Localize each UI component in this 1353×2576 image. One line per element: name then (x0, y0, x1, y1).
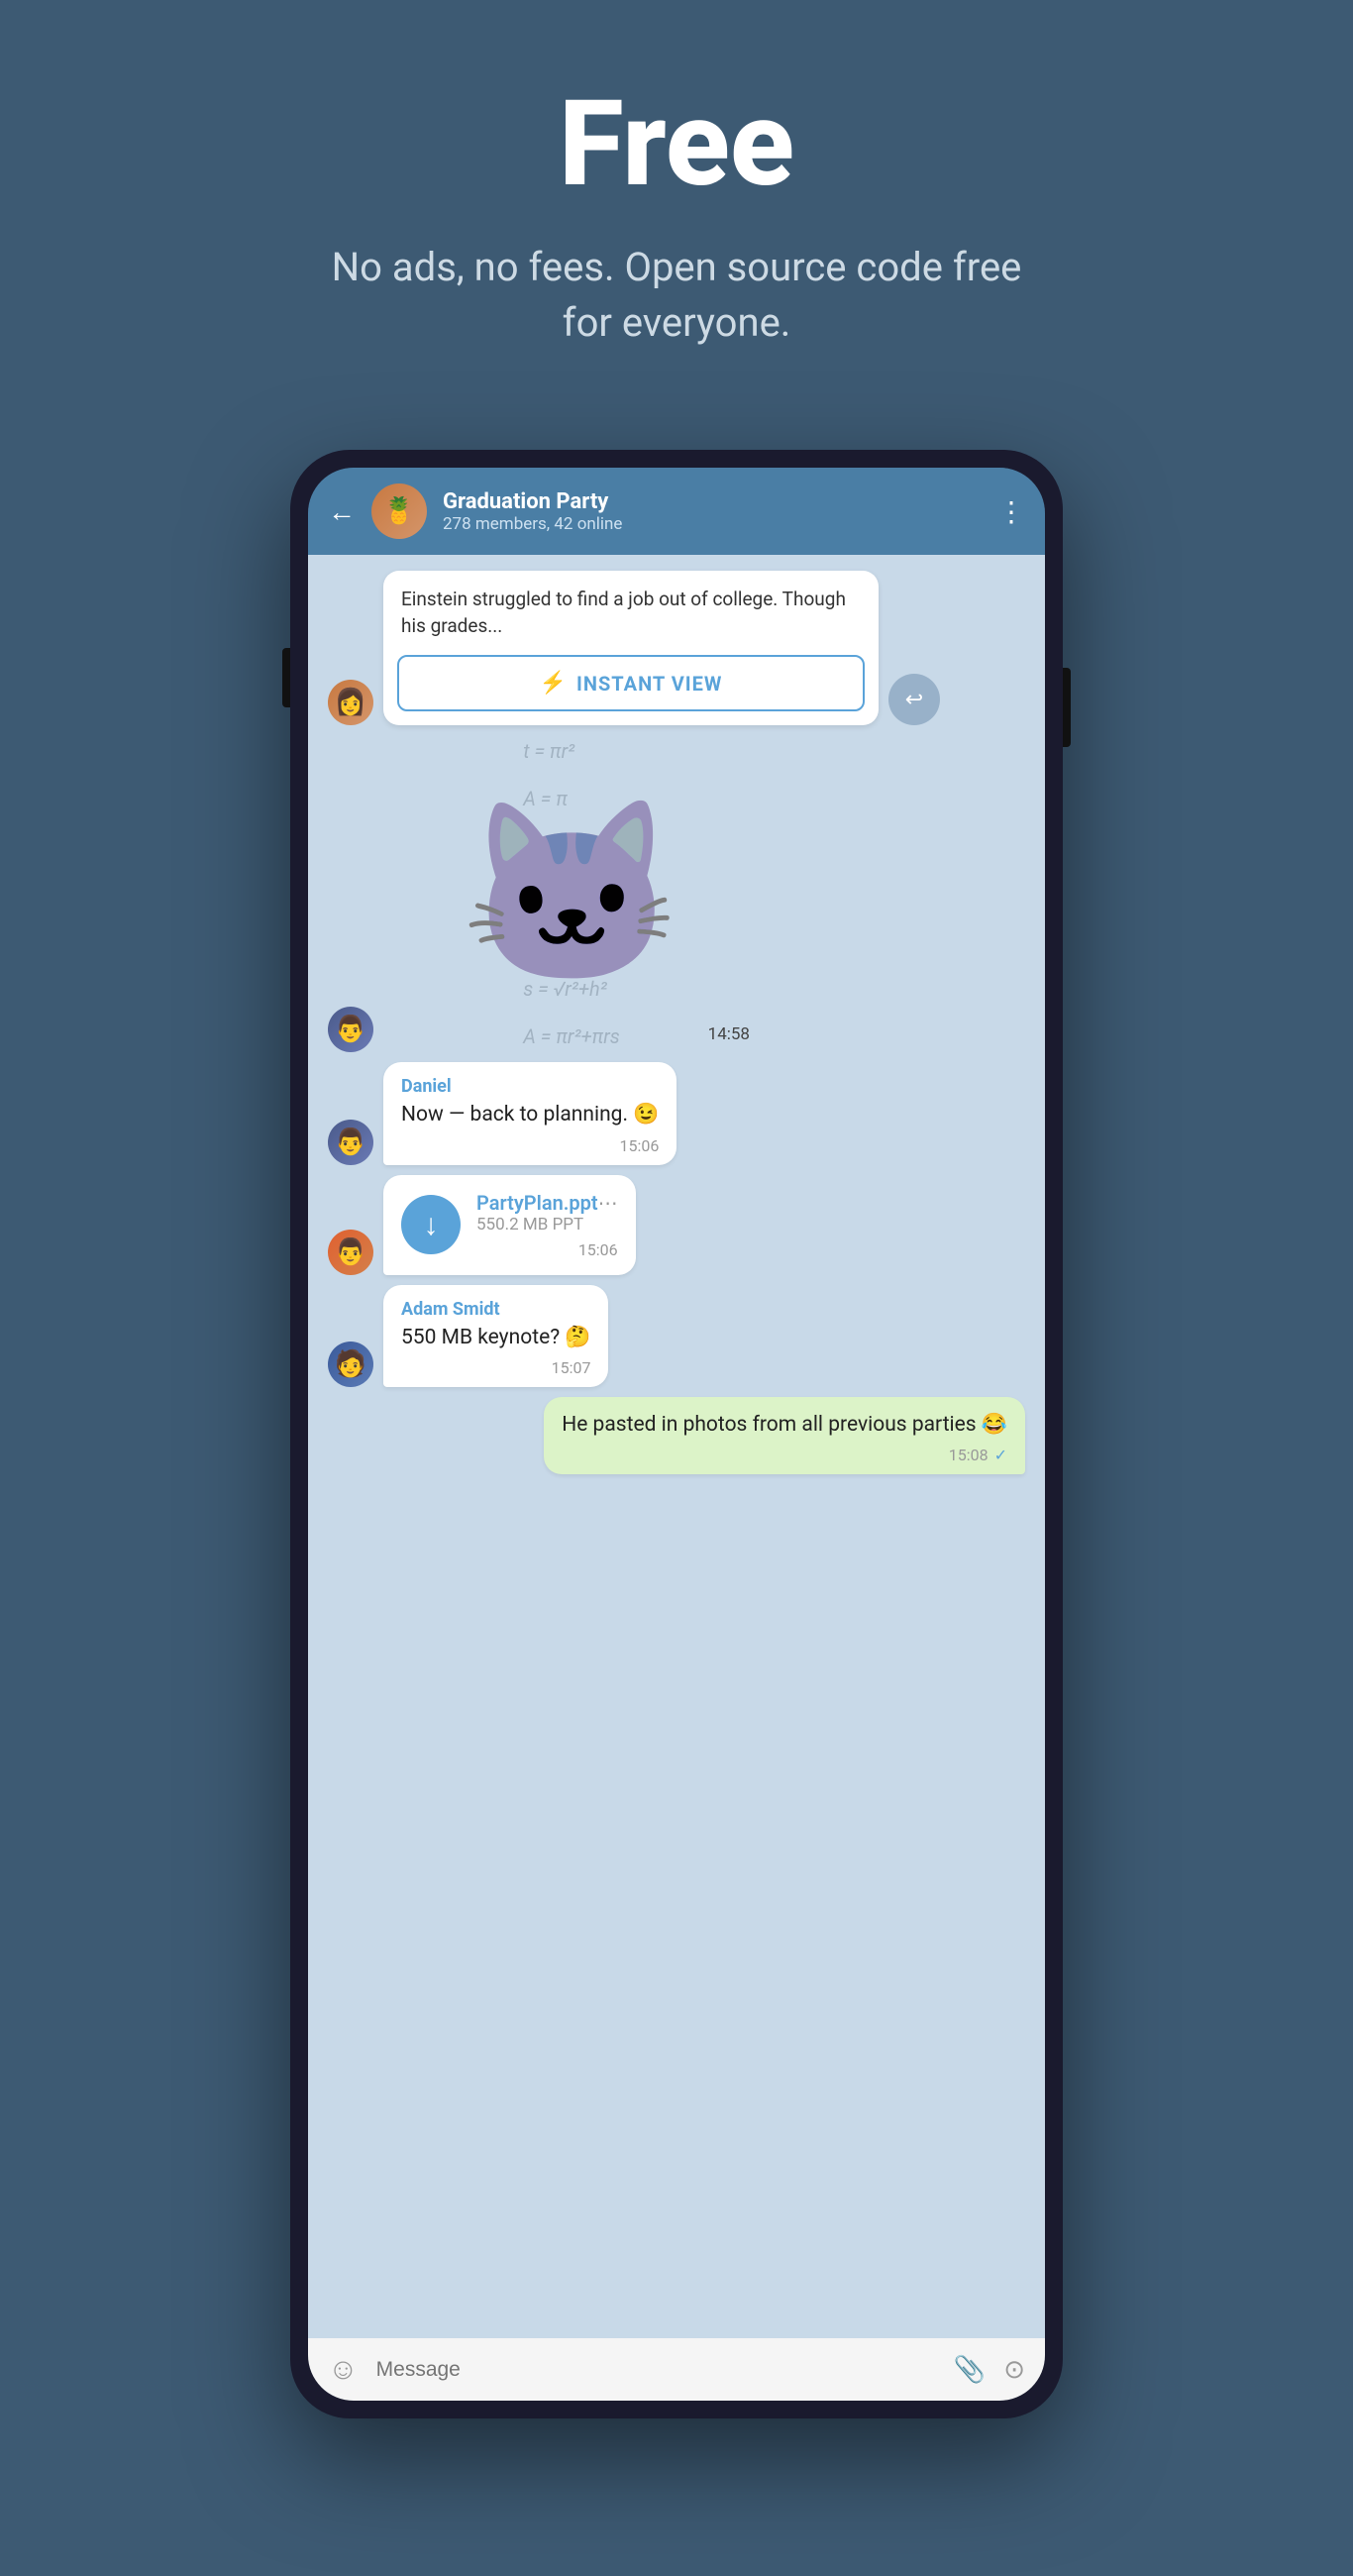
phone-shell: ← 🍍 Graduation Party 278 members, 42 onl… (290, 450, 1063, 2418)
message-footer: 15:08 ✓ (562, 1446, 1007, 1464)
message-footer: 15:06 (401, 1136, 659, 1155)
message-text: He pasted in photos from all previous pa… (562, 1411, 1007, 1440)
message-time: 15:06 (620, 1136, 660, 1155)
link-preview-text: Einstein struggled to find a job out of … (383, 571, 879, 649)
file-size: 550.2 MB PPT (476, 1215, 618, 1234)
hero-section: Free No ads, no fees. Open source code f… (0, 0, 1353, 410)
message-input[interactable] (376, 2358, 936, 2382)
sticker-row: 👨 t = πr² A = π V = l² P = 2πr A = πr² s… (328, 735, 1025, 1052)
message-sender: Daniel (401, 1076, 659, 1097)
camera-button[interactable]: ⊙ (1003, 2355, 1025, 2385)
message-text: Now — back to planning. 😉 (401, 1101, 659, 1129)
avatar: 🧑 (328, 1342, 373, 1387)
bolt-icon: ⚡ (540, 671, 567, 696)
cat-sticker-emoji: 🐱 (461, 790, 682, 999)
avatar: 👨 (328, 1120, 373, 1165)
message-row: 👨 ↓ PartyPlan.ppt ⋯ 550.2 MB PPT (328, 1175, 1025, 1275)
file-download-button[interactable]: ↓ (401, 1195, 461, 1254)
hero-subtitle: No ads, no fees. Open source code free f… (330, 240, 1023, 351)
message-time: 15:08 (949, 1446, 989, 1464)
group-info: Graduation Party 278 members, 42 online (443, 489, 982, 534)
chat-bubble-self: He pasted in photos from all previous pa… (544, 1397, 1025, 1474)
input-bar: ☺ 📎 ⊙ (308, 2338, 1045, 2401)
more-options-button[interactable]: ⋮ (997, 495, 1025, 528)
phone-screen: ← 🍍 Graduation Party 278 members, 42 onl… (308, 468, 1045, 2401)
message-sender: Adam Smidt (401, 1299, 590, 1320)
attach-button[interactable]: 📎 (954, 2355, 986, 2385)
forward-button[interactable]: ↩ (888, 674, 940, 725)
file-name: PartyPlan.ppt (476, 1191, 598, 1215)
sticker-time: 14:58 (708, 1024, 750, 1044)
file-bubble: ↓ PartyPlan.ppt ⋯ 550.2 MB PPT 15:06 (383, 1175, 636, 1275)
file-options-button[interactable]: ⋯ (598, 1191, 618, 1215)
group-members: 278 members, 42 online (443, 514, 982, 534)
message-row: 🧑 Adam Smidt 550 MB keynote? 🤔 15:07 (328, 1285, 1025, 1387)
phone-wrapper: ← 🍍 Graduation Party 278 members, 42 onl… (290, 450, 1063, 2418)
group-avatar: 🍍 (371, 483, 427, 539)
avatar: 👩 (328, 680, 373, 725)
message-footer: 15:06 (476, 1240, 618, 1259)
chat-bubble: Daniel Now — back to planning. 😉 15:06 (383, 1062, 676, 1164)
message-time: 15:06 (578, 1240, 618, 1259)
group-name: Graduation Party (443, 489, 982, 514)
chat-body: 👩 Einstein struggled to find a job out o… (308, 555, 1045, 2338)
download-icon: ↓ (424, 1208, 439, 1242)
emoji-button[interactable]: ☺ (328, 2352, 359, 2387)
message-row: 👩 Einstein struggled to find a job out o… (328, 571, 1025, 725)
forward-icon: ↩ (905, 688, 923, 712)
chat-header: ← 🍍 Graduation Party 278 members, 42 onl… (308, 468, 1045, 555)
file-info: PartyPlan.ppt ⋯ 550.2 MB PPT 15:06 (476, 1191, 618, 1259)
link-preview-bubble: Einstein struggled to find a job out of … (383, 571, 879, 725)
avatar: 👨 (328, 1007, 373, 1052)
file-info-header: PartyPlan.ppt ⋯ (476, 1191, 618, 1215)
message-time: 15:07 (552, 1358, 591, 1377)
instant-view-button[interactable]: ⚡ INSTANT VIEW (397, 655, 865, 711)
message-row: 👨 Daniel Now — back to planning. 😉 15:06 (328, 1062, 1025, 1164)
back-button[interactable]: ← (328, 495, 356, 528)
instant-view-label: INSTANT VIEW (576, 672, 722, 696)
hero-title: Free (40, 79, 1313, 210)
read-check-icon: ✓ (994, 1446, 1007, 1464)
message-text: 550 MB keynote? 🤔 (401, 1324, 590, 1352)
chat-bubble: Adam Smidt 550 MB keynote? 🤔 15:07 (383, 1285, 608, 1387)
message-row-self: He pasted in photos from all previous pa… (328, 1397, 1025, 1474)
message-footer: 15:07 (401, 1358, 590, 1377)
avatar: 👨 (328, 1230, 373, 1275)
sticker-container: t = πr² A = π V = l² P = 2πr A = πr² s =… (383, 735, 760, 1052)
